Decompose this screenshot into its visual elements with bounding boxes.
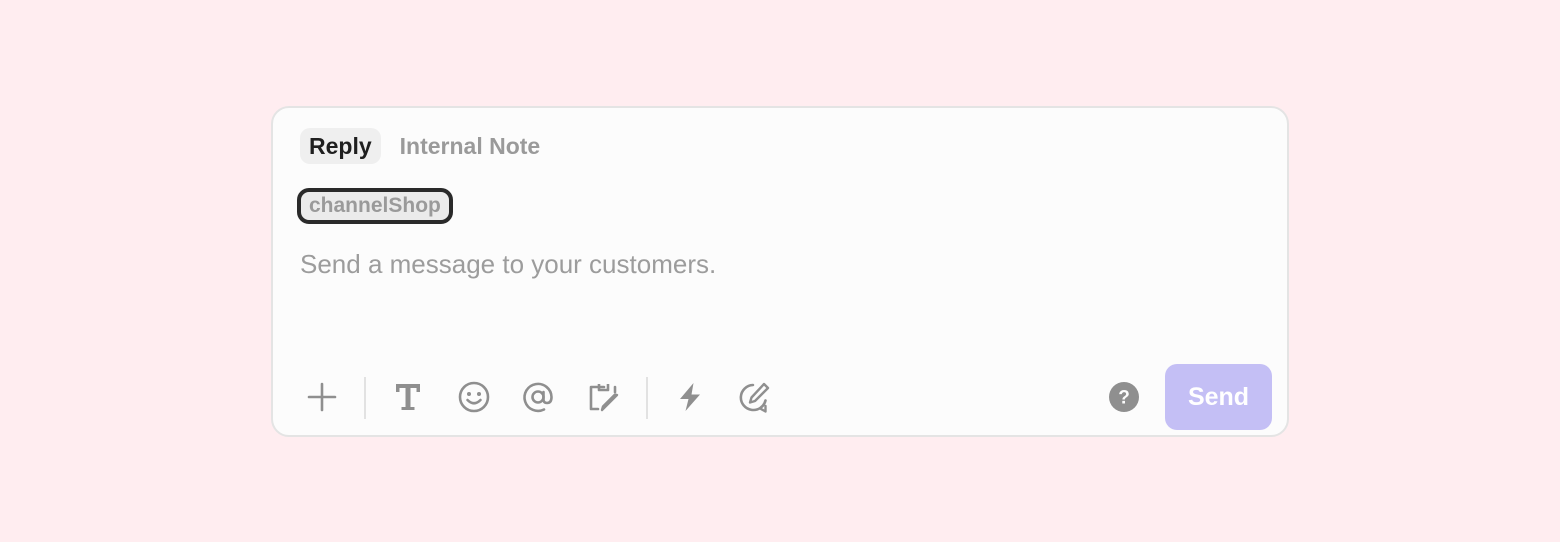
mention-icon[interactable] (518, 377, 558, 417)
lightning-icon[interactable] (670, 377, 710, 417)
tab-reply[interactable]: Reply (300, 128, 381, 164)
help-icon[interactable]: ? (1104, 377, 1144, 417)
tab-internal-note[interactable]: Internal Note (391, 128, 550, 164)
toolbar-divider (646, 377, 648, 419)
message-composer: Reply Internal Note channelShop Send a m… (271, 106, 1289, 437)
compose-icon[interactable] (734, 377, 774, 417)
composer-toolbar: ? Send (273, 364, 1287, 430)
channel-chip[interactable]: channelShop (297, 188, 453, 224)
composer-tabs: Reply Internal Note (300, 128, 549, 164)
svg-text:?: ? (1118, 388, 1130, 409)
send-button[interactable]: Send (1165, 364, 1272, 430)
template-icon[interactable] (583, 377, 623, 417)
toolbar-divider (364, 377, 366, 419)
text-format-icon[interactable] (388, 377, 428, 417)
message-input[interactable] (300, 244, 1240, 284)
emoji-icon[interactable] (454, 377, 494, 417)
plus-icon[interactable] (302, 377, 342, 417)
